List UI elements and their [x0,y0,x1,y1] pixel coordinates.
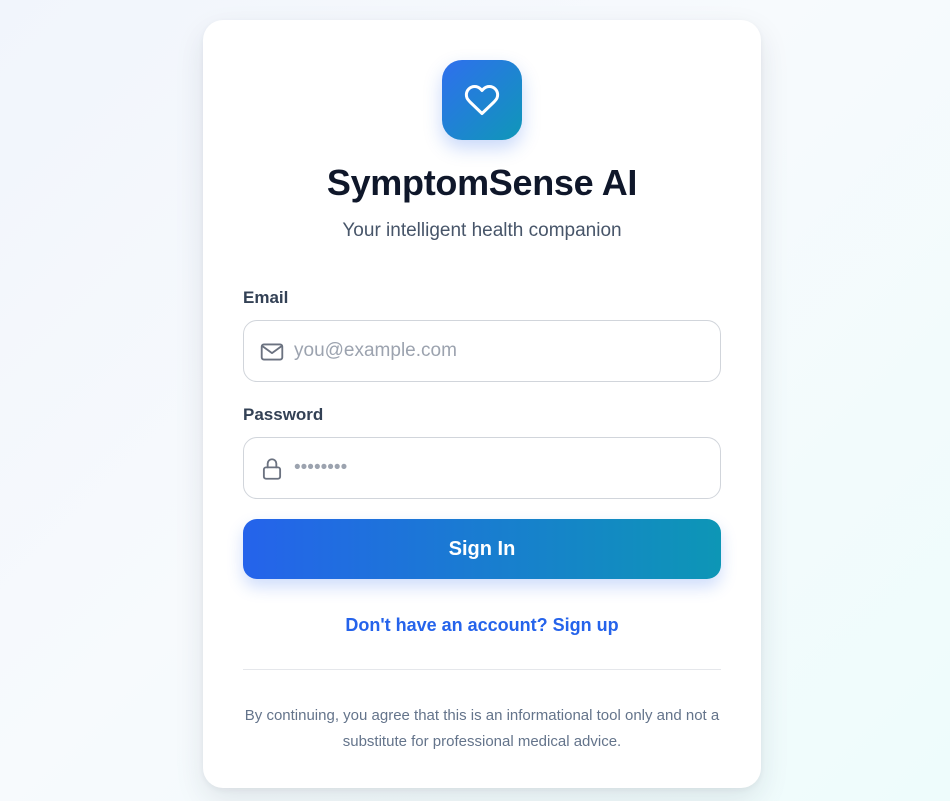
divider [243,669,721,670]
sign-in-button[interactable]: Sign In [243,519,721,579]
email-field-container [243,320,721,382]
password-field-container [243,437,721,499]
app-logo [442,60,522,140]
password-label: Password [243,405,324,424]
email-field[interactable] [294,321,706,381]
disclaimer-text: By continuing, you agree that this is an… [244,707,720,750]
app-subtitle: Your intelligent health companion [342,220,622,241]
mail-icon [260,343,284,361]
login-card: SymptomSense AI Your intelligent health … [203,20,761,788]
email-label: Email [243,288,289,307]
heart-icon [464,84,500,115]
lock-icon [262,458,282,480]
sign-up-link[interactable]: Don't have an account? Sign up [203,615,761,636]
app-title: SymptomSense AI [326,162,638,203]
password-field[interactable] [294,438,706,498]
